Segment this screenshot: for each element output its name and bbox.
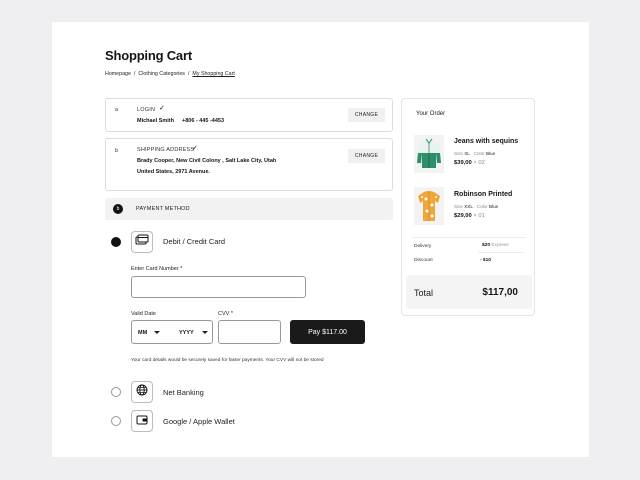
delivery-value: $20 — [482, 243, 491, 248]
order-title: Your Order — [416, 111, 446, 117]
item-1-size-label: Size — [454, 151, 463, 156]
breadcrumb-homepage[interactable]: Homepage — [105, 71, 131, 77]
valid-date-select[interactable]: MM YYYY — [131, 320, 213, 344]
delivery-value-row: $20 Express — [482, 243, 509, 248]
card-icon — [135, 233, 149, 251]
option-wallet-label: Google / Apple Wallet — [163, 417, 235, 426]
breadcrumb-separator: / — [187, 71, 190, 77]
order-summary-card: Your Order Jeans with sequins Size XL Co… — [401, 98, 535, 316]
payment-security-note: Your card details would be securely save… — [131, 358, 324, 363]
item-1-price: $39,00 — [454, 160, 472, 166]
delivery-note: Express — [491, 243, 509, 248]
option-net-banking-label: Net Banking — [163, 388, 204, 397]
divider — [412, 237, 526, 238]
page-title: Shopping Cart — [105, 48, 192, 63]
payment-method-header: b PAYMENT METHOD — [105, 198, 393, 220]
item-2-name: Robinson Printed — [454, 191, 513, 198]
breadcrumb-separator: / — [133, 71, 136, 77]
item-1-name: Jeans with sequins — [454, 138, 519, 145]
total-row: Total $117,00 — [406, 275, 532, 309]
wallet-icon-box — [131, 410, 153, 432]
item-2-price-row: $29,00 × 01 — [454, 213, 485, 219]
item-2-meta: Size XXL Color Blue — [454, 204, 498, 209]
login-step-letter: a — [115, 107, 119, 113]
total-value: $117,00 — [482, 287, 518, 298]
pay-button[interactable]: Pay $117.00 — [290, 320, 365, 344]
discount-value: - $10 — [480, 258, 491, 263]
item-1-size: XL — [464, 151, 470, 156]
valid-date-label: Valid Date — [131, 311, 156, 317]
globe-icon-box — [131, 381, 153, 403]
shipping-section: b SHIPPING ADDRESS ✓ Brady Cooper, New C… — [105, 138, 393, 191]
cvv-input[interactable] — [218, 320, 281, 344]
item-2-size: XXL — [464, 204, 473, 209]
item-2-color-label: Color — [476, 204, 488, 209]
globe-icon — [136, 383, 148, 401]
shipping-step-letter: b — [115, 148, 119, 154]
card-number-label: Enter Card Number * — [131, 266, 183, 272]
divider — [478, 252, 524, 253]
breadcrumb-my-shopping-cart[interactable]: My Shopping Cart — [192, 71, 234, 77]
total-label: Total — [414, 288, 434, 298]
breadcrumb: Homepage / Clothing Categories / My Shopping… — [105, 71, 235, 77]
item-2-color: Blue — [489, 204, 499, 209]
payment-step-badge: b — [113, 204, 123, 214]
shipping-address-line1: Brady Cooper, New Civil Colony , Salt La… — [137, 158, 277, 164]
item-1-qty: × 02 — [473, 160, 485, 166]
radio-net-banking[interactable] — [111, 387, 121, 397]
login-section: a LOGIN ✓ Michael Smith +806 - 445 -4453… — [105, 98, 393, 132]
shipping-address-line2: United States, 2971 Avenue. — [137, 169, 210, 175]
chevron-down-icon — [202, 331, 208, 334]
payment-method-label: PAYMENT METHOD — [136, 206, 190, 212]
year-select-value[interactable]: YYYY — [179, 330, 194, 336]
breadcrumb-clothing-categories[interactable]: Clothing Categories — [138, 71, 185, 77]
radio-wallet[interactable] — [111, 416, 121, 426]
item-2-size-label: Size — [454, 204, 463, 209]
card-icon-box — [131, 231, 153, 253]
card-number-input[interactable] — [131, 276, 306, 298]
month-select-value[interactable]: MM — [138, 330, 147, 336]
item-1-color-label: Color — [473, 151, 485, 156]
radio-debit-credit[interactable] — [111, 237, 121, 247]
wallet-icon — [136, 412, 148, 430]
check-icon: ✓ — [159, 105, 165, 112]
item-1-price-row: $39,00 × 02 — [454, 160, 485, 166]
item-2-qty: × 01 — [473, 213, 485, 219]
shipping-label: SHIPPING ADDRESS — [137, 147, 195, 153]
chevron-down-icon — [154, 331, 160, 334]
shipping-change-button[interactable]: CHANGE — [348, 149, 385, 163]
shirt-icon — [414, 187, 444, 225]
item-1-color: Blue — [485, 151, 496, 156]
login-label: LOGIN — [137, 107, 156, 113]
item-2-price: $29,00 — [454, 213, 472, 219]
check-icon: ✓ — [192, 145, 198, 152]
jacket-icon — [414, 135, 444, 173]
delivery-label: Delivery — [414, 244, 432, 249]
cvv-label: CVV * — [218, 311, 233, 317]
login-phone: +806 - 445 -4453 — [182, 118, 225, 124]
login-change-button[interactable]: CHANGE — [348, 108, 385, 122]
login-name: Michael Smith — [137, 118, 174, 124]
checkout-page: Shopping Cart Homepage / Clothing Categori… — [52, 22, 589, 457]
item-1-meta: Size XL Color Blue — [454, 151, 495, 156]
option-debit-credit-label: Debit / Credit Card — [163, 237, 226, 246]
discount-label: Discount — [414, 258, 433, 263]
